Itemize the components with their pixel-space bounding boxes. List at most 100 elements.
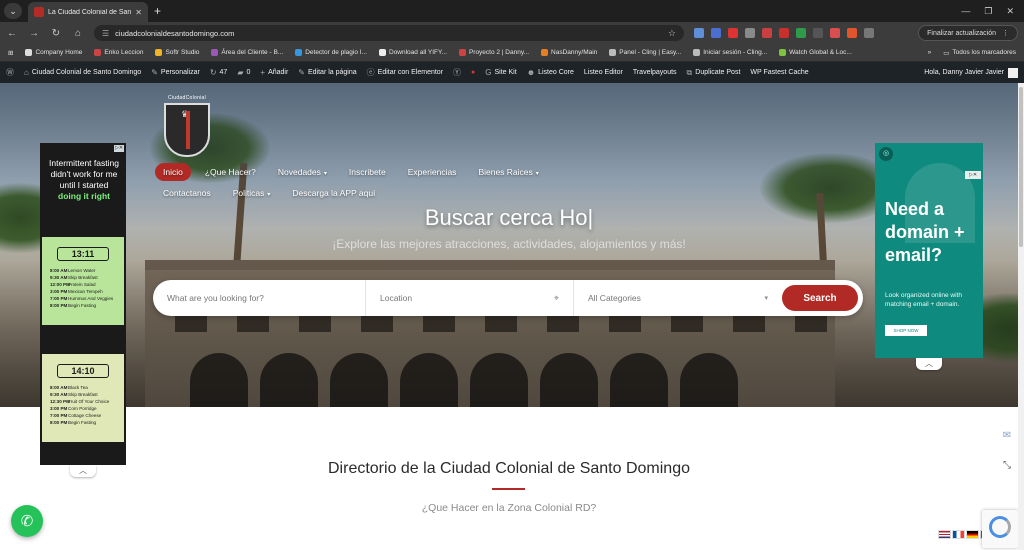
extension-icon[interactable] xyxy=(728,28,738,38)
bookmark-item[interactable]: Panel - Cling | Easy... xyxy=(609,49,681,56)
wp-edit-elementor[interactable]: ⓔ Editar con Elementor xyxy=(367,67,443,78)
brush-icon: ✎ xyxy=(151,68,158,77)
all-bookmarks-folder[interactable]: ▭ Todos los marcadores xyxy=(943,49,1016,57)
home-icon[interactable]: ⌂ xyxy=(72,28,84,39)
wp-edit-page[interactable]: ✎ Editar la página xyxy=(298,68,356,77)
flag-fr-icon[interactable] xyxy=(952,530,965,539)
bookmark-favicon-icon xyxy=(295,49,303,56)
ad-body: Look organized online with matching emai… xyxy=(885,292,962,308)
browser-tab[interactable]: La Ciudad Colonial de Santo Do... ✕ xyxy=(28,2,148,22)
bookmark-item[interactable]: Enko Leccion xyxy=(94,49,143,56)
ad-shop-now-button[interactable]: SHOP NOW xyxy=(885,325,927,336)
wordpress-logo-icon[interactable]: Ⓦ xyxy=(6,67,14,78)
tab-search-icon[interactable]: ⌄ xyxy=(4,3,22,19)
extension-icon[interactable] xyxy=(711,28,721,38)
ad-headline: Intermittent fasting didn't work for me … xyxy=(49,158,119,201)
site-info-icon[interactable]: ☰ xyxy=(102,29,109,38)
wp-customize[interactable]: ✎ Personalizar xyxy=(151,68,200,77)
extension-icon[interactable] xyxy=(762,28,772,38)
ad-plan-time: 13:11 xyxy=(57,247,109,261)
extension-icon[interactable] xyxy=(830,28,840,38)
bookmark-item[interactable]: Detector de plagio I... xyxy=(295,49,367,56)
wp-updates[interactable]: ↻ 47 xyxy=(210,68,228,77)
bookmark-item[interactable]: Área del Cliente - B... xyxy=(211,49,283,56)
extension-icon[interactable] xyxy=(813,28,823,38)
close-window-icon[interactable]: ✕ xyxy=(1006,6,1014,17)
location-pin-icon[interactable]: ⌖ xyxy=(554,293,559,304)
extension-icon[interactable] xyxy=(796,28,806,38)
nav-item-que-hacer[interactable]: ¿Que Hacer? xyxy=(197,163,264,181)
maximize-icon[interactable]: ❐ xyxy=(984,6,992,17)
recaptcha-badge[interactable] xyxy=(982,510,1018,548)
nav-item-inscribete[interactable]: Inscribete xyxy=(341,163,394,181)
wp-site-kit[interactable]: G Site Kit xyxy=(485,68,516,77)
flag-de-icon[interactable] xyxy=(966,530,979,539)
bookmark-item[interactable]: Watch Global & Loc... xyxy=(779,49,852,56)
extension-icon[interactable] xyxy=(847,28,857,38)
bookmark-item[interactable]: Proyecto 2 | Danny... xyxy=(458,49,529,56)
category-select[interactable]: All Categories ▾ xyxy=(574,280,782,316)
page-scrollbar[interactable] xyxy=(1018,83,1024,550)
wp-comments[interactable]: ▰ 0 xyxy=(237,68,250,77)
bookmarks-overflow-icon[interactable]: » xyxy=(928,49,932,56)
bookmark-favicon-icon xyxy=(541,49,549,56)
bookmark-item[interactable]: Download all YIFY... xyxy=(379,49,447,56)
nav-item-contactanos[interactable]: Contactanos xyxy=(155,184,219,202)
back-icon[interactable]: ← xyxy=(6,28,18,39)
wp-add-new[interactable]: + Añadir xyxy=(260,68,288,77)
wp-fastest-cache[interactable]: WP Fastest Cache xyxy=(750,69,808,76)
close-tab-icon[interactable]: ✕ xyxy=(135,8,142,17)
status-dot-icon[interactable]: ● xyxy=(471,69,475,76)
nav-item-experiencias[interactable]: Experiencias xyxy=(400,163,465,181)
bookmark-favicon-icon xyxy=(609,49,617,56)
flag-en-icon[interactable] xyxy=(938,530,951,539)
extension-icon[interactable] xyxy=(694,28,704,38)
search-button[interactable]: Search xyxy=(782,285,858,311)
ad-plan-time: 14:10 xyxy=(57,364,109,378)
yoast-icon[interactable]: Ⓨ xyxy=(453,67,461,78)
reload-icon[interactable]: ↻ xyxy=(50,28,62,39)
nav-item-politicas[interactable]: Politicas ▾ xyxy=(225,184,279,202)
bookmark-item[interactable]: Company Home xyxy=(25,49,82,56)
whatsapp-icon[interactable]: ✆ xyxy=(11,505,43,537)
bookmark-item[interactable]: Softr Studio xyxy=(155,49,199,56)
hero-subtitle: ¡Explore las mejores atracciones, activi… xyxy=(332,237,686,251)
update-button[interactable]: Finalizar actualización ⋮ xyxy=(918,25,1018,41)
extension-icon[interactable] xyxy=(745,28,755,38)
bookmark-item[interactable]: NasDanny/Main xyxy=(541,49,597,56)
extensions-puzzle-icon[interactable] xyxy=(864,28,874,38)
nav-item-descarga-app[interactable]: Descarga la APP aquí xyxy=(284,184,383,202)
chevron-down-icon: ▾ xyxy=(535,171,539,177)
bookmark-item[interactable]: Iniciar sesión - Cling... xyxy=(693,49,767,56)
expand-icon[interactable]: ⤡ xyxy=(1000,460,1014,474)
bookmark-star-icon[interactable]: ☆ xyxy=(668,28,676,39)
forward-icon[interactable]: → xyxy=(28,28,40,39)
ad-choices-icon[interactable]: ▷✕ xyxy=(114,145,124,152)
nav-item-inicio[interactable]: Inicio xyxy=(155,163,191,181)
right-ad-banner[interactable]: ◎ ▷✕ Need a domain + email? Look organiz… xyxy=(875,143,983,358)
window-controls: — ❐ ✕ xyxy=(961,6,1024,17)
wp-site-name[interactable]: ⌂ Ciudad Colonial de Santo Domingo xyxy=(24,68,141,77)
location-input[interactable]: Location ⌖ xyxy=(366,280,574,316)
minimize-icon[interactable]: — xyxy=(961,6,970,17)
extension-icon[interactable] xyxy=(779,28,789,38)
wp-duplicate-post[interactable]: ⧉ Duplicate Post xyxy=(687,68,741,78)
avatar xyxy=(1008,67,1018,78)
left-ad-banner[interactable]: ▷✕ Intermittent fasting didn't work for … xyxy=(40,143,126,465)
wp-travelpayouts[interactable]: Travelpayouts xyxy=(633,69,677,76)
keyword-search-input[interactable]: What are you looking for? xyxy=(153,280,366,316)
scrollbar-thumb[interactable] xyxy=(1019,87,1023,247)
mail-icon[interactable]: ✉ xyxy=(1000,430,1014,444)
main-nav-row-1: Inicio ¿Que Hacer? Novedades ▾ Inscribete… xyxy=(155,163,547,181)
wp-listeo-editor[interactable]: Listeo Editor xyxy=(584,69,623,76)
site-logo[interactable]: CiudadColonial ♛ xyxy=(164,95,210,157)
more-menu-icon[interactable]: ⋮ xyxy=(1002,29,1009,37)
wp-listeo-core[interactable]: ☻ Listeo Core xyxy=(527,68,574,77)
address-bar[interactable]: ☰ ciudadcolonialdesantodomingo.com ☆ xyxy=(94,25,684,41)
nav-item-bienes-raices[interactable]: Bienes Raices ▾ xyxy=(470,163,546,181)
collapse-ad-chevron-icon[interactable]: ︿ xyxy=(916,358,942,370)
nav-item-novedades[interactable]: Novedades ▾ xyxy=(270,163,335,181)
wp-account[interactable]: Hola, Danny Javier Javier xyxy=(924,67,1018,78)
apps-icon[interactable]: ⊞ xyxy=(8,49,13,57)
new-tab-icon[interactable]: + xyxy=(154,4,161,18)
